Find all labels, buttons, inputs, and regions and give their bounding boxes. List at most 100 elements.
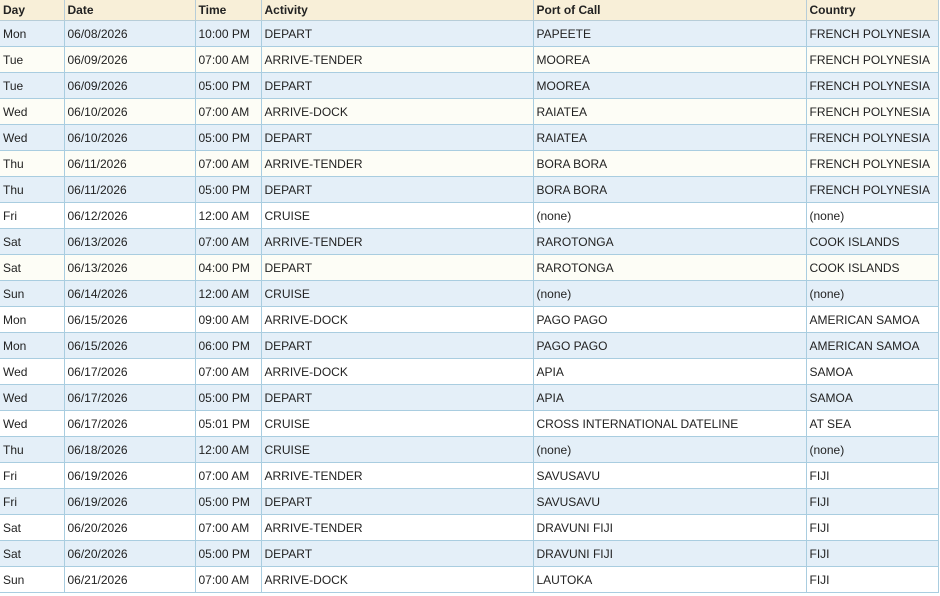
cell-date: 06/10/2026 xyxy=(64,98,196,125)
cell-port-of-call: RAIATEA xyxy=(533,98,807,125)
cell-activity: ARRIVE-DOCK xyxy=(261,358,534,385)
table-row: Sat 06/20/2026 05:00 PM DEPART DRAVUNI FIJI F… xyxy=(0,540,939,567)
cell-country: COOK ISLANDS xyxy=(806,228,939,255)
cell-time: 06:00 PM xyxy=(195,332,262,359)
cell-time: 07:00 AM xyxy=(195,566,262,593)
cell-activity: ARRIVE-DOCK xyxy=(261,98,534,125)
header-row: Day Date Time Activity Port of Call Coun… xyxy=(0,0,939,21)
cell-country: FIJI xyxy=(806,566,939,593)
cell-date: 06/13/2026 xyxy=(64,254,196,281)
cell-country: FRENCH POLYNESIA xyxy=(806,72,939,99)
cell-date: 06/08/2026 xyxy=(64,20,196,47)
cell-port-of-call: BORA BORA xyxy=(533,176,807,203)
cell-port-of-call: APIA xyxy=(533,358,807,385)
cell-day: Thu xyxy=(0,150,65,177)
cell-time: 09:00 AM xyxy=(195,306,262,333)
cell-country: (none) xyxy=(806,436,939,463)
cell-activity: DEPART xyxy=(261,72,534,99)
cell-port-of-call: RAIATEA xyxy=(533,124,807,151)
table-row: Mon 06/15/2026 09:00 AM ARRIVE-DOCK PAGO PAG… xyxy=(0,306,939,333)
table-row: Mon 06/15/2026 06:00 PM DEPART PAGO PAGO AMER… xyxy=(0,332,939,359)
cell-day: Fri xyxy=(0,462,65,489)
cell-activity: DEPART xyxy=(261,384,534,411)
cell-activity: CRUISE xyxy=(261,410,534,437)
cell-activity: DEPART xyxy=(261,254,534,281)
table-row: Tue 06/09/2026 07:00 AM ARRIVE-TENDER MOOREA… xyxy=(0,46,939,73)
header-time: Time xyxy=(195,0,262,21)
cell-time: 05:00 PM xyxy=(195,384,262,411)
cell-time: 07:00 AM xyxy=(195,150,262,177)
cell-day: Wed xyxy=(0,358,65,385)
cell-activity: ARRIVE-DOCK xyxy=(261,306,534,333)
table-row: Tue 06/09/2026 05:00 PM DEPART MOOREA FRENCH … xyxy=(0,72,939,99)
cell-activity: ARRIVE-TENDER xyxy=(261,514,534,541)
cell-day: Sun xyxy=(0,566,65,593)
cell-time: 07:00 AM xyxy=(195,46,262,73)
table-row: Wed 06/17/2026 05:01 PM CRUISE CROSS INTERNA… xyxy=(0,410,939,437)
cell-country: FIJI xyxy=(806,488,939,515)
cell-country: COOK ISLANDS xyxy=(806,254,939,281)
cell-activity: CRUISE xyxy=(261,436,534,463)
cell-port-of-call: APIA xyxy=(533,384,807,411)
cell-day: Wed xyxy=(0,410,65,437)
cell-country: AMERICAN SAMOA xyxy=(806,306,939,333)
cell-country: AMERICAN SAMOA xyxy=(806,332,939,359)
table-row: Wed 06/17/2026 05:00 PM DEPART APIA SAMOA xyxy=(0,384,939,411)
cell-activity: CRUISE xyxy=(261,280,534,307)
cell-country: FIJI xyxy=(806,514,939,541)
cell-port-of-call: SAVUSAVU xyxy=(533,462,807,489)
cell-date: 06/20/2026 xyxy=(64,540,196,567)
cell-day: Tue xyxy=(0,72,65,99)
itinerary-table: Day Date Time Activity Port of Call Coun… xyxy=(0,0,939,593)
table-row: Sat 06/13/2026 07:00 AM ARRIVE-TENDER RAROTO… xyxy=(0,228,939,255)
cell-day: Sat xyxy=(0,540,65,567)
header-date: Date xyxy=(64,0,196,21)
cell-activity: DEPART xyxy=(261,20,534,47)
cell-time: 05:00 PM xyxy=(195,540,262,567)
cell-date: 06/19/2026 xyxy=(64,488,196,515)
header-country: Country xyxy=(806,0,939,21)
table-row: Fri 06/12/2026 12:00 AM CRUISE (none) (none) xyxy=(0,202,939,229)
cell-date: 06/14/2026 xyxy=(64,280,196,307)
cell-port-of-call: MOOREA xyxy=(533,46,807,73)
cell-day: Wed xyxy=(0,98,65,125)
cell-day: Thu xyxy=(0,436,65,463)
cell-date: 06/09/2026 xyxy=(64,46,196,73)
cell-time: 07:00 AM xyxy=(195,514,262,541)
cell-country: SAMOA xyxy=(806,384,939,411)
cell-port-of-call: PAGO PAGO xyxy=(533,306,807,333)
cell-port-of-call: DRAVUNI FIJI xyxy=(533,514,807,541)
cell-day: Sat xyxy=(0,254,65,281)
cell-port-of-call: MOOREA xyxy=(533,72,807,99)
cell-port-of-call: RAROTONGA xyxy=(533,228,807,255)
table-row: Wed 06/10/2026 07:00 AM ARRIVE-DOCK RAIATEA F… xyxy=(0,98,939,125)
cell-day: Wed xyxy=(0,384,65,411)
table-row: Wed 06/17/2026 07:00 AM ARRIVE-DOCK APIA SAMO… xyxy=(0,358,939,385)
cell-date: 06/21/2026 xyxy=(64,566,196,593)
cell-time: 10:00 PM xyxy=(195,20,262,47)
cell-date: 06/20/2026 xyxy=(64,514,196,541)
cell-country: FRENCH POLYNESIA xyxy=(806,150,939,177)
cell-day: Mon xyxy=(0,332,65,359)
cell-port-of-call: (none) xyxy=(533,436,807,463)
cell-country: FRENCH POLYNESIA xyxy=(806,98,939,125)
itinerary-header: Day Date Time Activity Port of Call Coun… xyxy=(0,0,939,21)
cell-country: FRENCH POLYNESIA xyxy=(806,176,939,203)
cell-activity: DEPART xyxy=(261,488,534,515)
cell-activity: DEPART xyxy=(261,176,534,203)
cell-port-of-call: CROSS INTERNATIONAL DATELINE xyxy=(533,410,807,437)
cell-activity: CRUISE xyxy=(261,202,534,229)
table-row: Sun 06/14/2026 12:00 AM CRUISE (none) (none) xyxy=(0,280,939,307)
cell-country: (none) xyxy=(806,202,939,229)
cell-day: Sat xyxy=(0,228,65,255)
cell-activity: ARRIVE-TENDER xyxy=(261,150,534,177)
table-row: Sat 06/20/2026 07:00 AM ARRIVE-TENDER DRAVUN… xyxy=(0,514,939,541)
cell-time: 07:00 AM xyxy=(195,358,262,385)
cell-activity: DEPART xyxy=(261,540,534,567)
header-port-of-call: Port of Call xyxy=(533,0,807,21)
cell-port-of-call: RAROTONGA xyxy=(533,254,807,281)
cell-port-of-call: (none) xyxy=(533,280,807,307)
cell-date: 06/11/2026 xyxy=(64,150,196,177)
cell-date: 06/17/2026 xyxy=(64,384,196,411)
table-row: Sat 06/13/2026 04:00 PM DEPART RAROTONGA COOK… xyxy=(0,254,939,281)
